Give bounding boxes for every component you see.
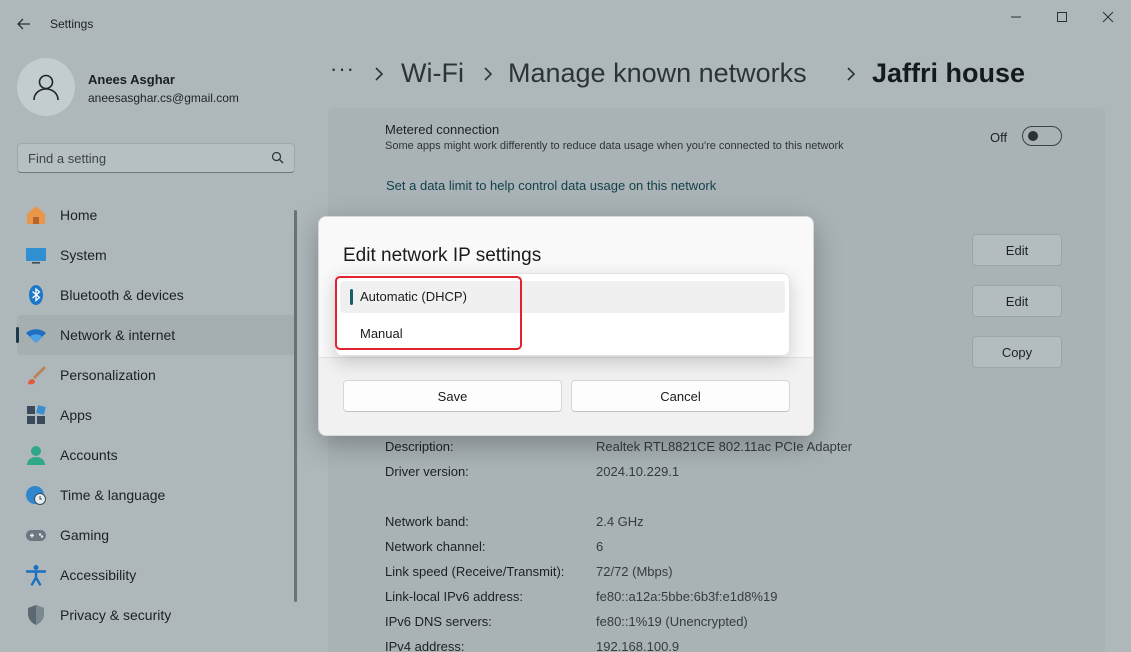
home-icon xyxy=(25,204,47,226)
breadcrumb-more-button[interactable]: ··· xyxy=(330,56,355,82)
property-value: 2024.10.229.1 xyxy=(596,464,679,479)
search-icon xyxy=(271,151,284,169)
sidebar-item-system[interactable]: System xyxy=(17,235,295,275)
property-label: IPv6 DNS servers: xyxy=(385,614,492,629)
sidebar-item-label: Gaming xyxy=(60,527,109,543)
chevron-right-icon xyxy=(373,66,385,82)
metered-toggle-state: Off xyxy=(990,130,1007,145)
save-button[interactable]: Save xyxy=(343,380,562,412)
edit-dns-assignment-button[interactable]: Edit xyxy=(972,285,1062,317)
sidebar-item-label: Bluetooth & devices xyxy=(60,287,184,303)
sidebar-item-bluetooth[interactable]: Bluetooth & devices xyxy=(17,275,295,315)
breadcrumb-item-manage-known-networks[interactable]: Manage known networks xyxy=(508,58,807,89)
chevron-right-icon xyxy=(482,66,494,82)
gamepad-icon xyxy=(25,524,47,546)
sidebar-item-gaming[interactable]: Gaming xyxy=(17,515,295,555)
brush-icon xyxy=(25,364,47,386)
sidebar-item-label: Home xyxy=(60,207,97,223)
property-value: 72/72 (Mbps) xyxy=(596,564,673,579)
toggle-knob xyxy=(1028,131,1038,141)
dialog-title: Edit network IP settings xyxy=(343,245,541,267)
search-placeholder: Find a setting xyxy=(28,151,106,166)
sidebar-item-label: Personalization xyxy=(60,367,156,383)
user-email: aneesasghar.cs@gmail.com xyxy=(88,91,239,105)
property-value: fe80::a12a:5bbe:6b3f:e1d8%19 xyxy=(596,589,777,604)
sidebar-item-accessibility[interactable]: Accessibility xyxy=(17,555,295,595)
chevron-right-icon xyxy=(845,66,857,82)
property-label: IPv4 address: xyxy=(385,639,465,652)
property-value: fe80::1%19 (Unencrypted) xyxy=(596,614,748,629)
property-label: Description: xyxy=(385,439,454,454)
cancel-button[interactable]: Cancel xyxy=(571,380,790,412)
property-value: Realtek RTL8821CE 802.11ac PCIe Adapter xyxy=(596,439,852,454)
apps-icon xyxy=(25,404,47,426)
minimize-button[interactable] xyxy=(1001,6,1031,28)
user-icon xyxy=(31,72,61,102)
property-label: Driver version: xyxy=(385,464,469,479)
sidebar-item-personalization[interactable]: Personalization xyxy=(17,355,295,395)
sidebar-item-label: Network & internet xyxy=(60,327,175,343)
close-button[interactable] xyxy=(1093,6,1123,28)
page-title: Jaffri house xyxy=(872,58,1025,89)
sidebar-item-privacy[interactable]: Privacy & security xyxy=(17,595,295,635)
sidebar-item-label: Time & language xyxy=(60,487,165,503)
sidebar-item-label: Accessibility xyxy=(60,567,136,583)
sidebar-item-time-language[interactable]: Time & language xyxy=(17,475,295,515)
back-arrow-icon[interactable] xyxy=(12,12,36,36)
edit-ip-assignment-button[interactable]: Edit xyxy=(972,234,1062,266)
metered-connection-toggle[interactable] xyxy=(1022,126,1062,146)
property-value: 2.4 GHz xyxy=(596,514,644,529)
sidebar-item-label: System xyxy=(60,247,107,263)
sidebar-item-home[interactable]: Home xyxy=(17,195,295,235)
shield-icon xyxy=(25,604,47,626)
sidebar-item-accounts[interactable]: Accounts xyxy=(17,435,295,475)
sidebar-scrollbar[interactable] xyxy=(294,210,297,602)
app-title: Settings xyxy=(50,17,93,31)
system-icon xyxy=(25,244,47,266)
breadcrumb-item-wifi[interactable]: Wi-Fi xyxy=(401,58,464,89)
property-label: Network band: xyxy=(385,514,469,529)
property-value: 192.168.100.9 xyxy=(596,639,679,652)
accounts-icon xyxy=(25,444,47,466)
title-bar: Settings xyxy=(0,0,1131,48)
accessibility-icon xyxy=(25,564,47,586)
metered-connection-title: Metered connection xyxy=(385,122,499,137)
maximize-button[interactable] xyxy=(1047,6,1077,28)
wifi-icon xyxy=(25,324,47,346)
avatar[interactable] xyxy=(17,58,75,116)
globe-clock-icon xyxy=(25,484,47,506)
property-label: Network channel: xyxy=(385,539,485,554)
bluetooth-icon xyxy=(25,284,47,306)
sidebar-item-label: Privacy & security xyxy=(60,607,171,623)
copy-properties-button[interactable]: Copy xyxy=(972,336,1062,368)
selection-indicator xyxy=(16,327,19,343)
sidebar-item-label: Apps xyxy=(60,407,92,423)
sidebar-item-apps[interactable]: Apps xyxy=(17,395,295,435)
sidebar-item-label: Accounts xyxy=(60,447,118,463)
sidebar-item-network[interactable]: Network & internet xyxy=(17,315,295,355)
metered-connection-description: Some apps might work differently to redu… xyxy=(385,140,844,152)
property-label: Link-local IPv6 address: xyxy=(385,589,523,604)
property-value: 6 xyxy=(596,539,603,554)
annotation-highlight-box xyxy=(335,276,522,350)
user-name: Anees Asghar xyxy=(88,72,175,87)
search-input[interactable]: Find a setting xyxy=(17,143,295,173)
data-limit-link[interactable]: Set a data limit to help control data us… xyxy=(386,178,716,193)
property-label: Link speed (Receive/Transmit): xyxy=(385,564,564,579)
sidebar-nav: Home System Bluetooth & devices Network … xyxy=(17,195,295,635)
